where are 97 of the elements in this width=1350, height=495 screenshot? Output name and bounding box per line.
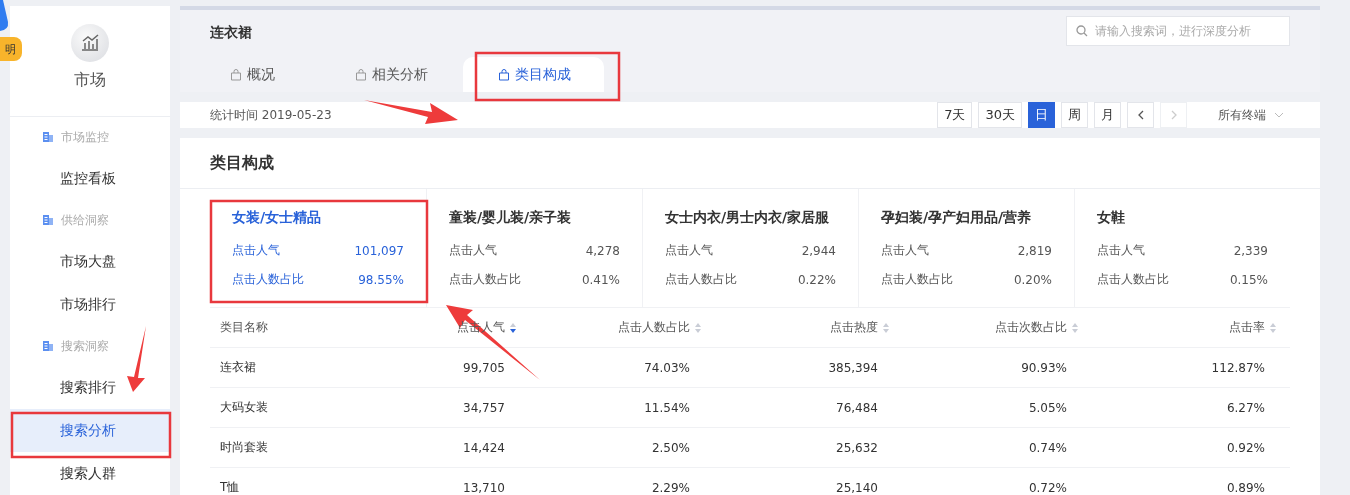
range-button[interactable]: 周 xyxy=(1061,102,1088,128)
range-button[interactable]: 日 xyxy=(1028,102,1055,128)
category-name: 女装/女士精品 xyxy=(232,209,323,227)
column-header: 点击率 xyxy=(1229,319,1265,336)
table-cell: 14,424 xyxy=(463,440,505,455)
category-name: 童装/婴儿装/亲子装 xyxy=(449,209,573,227)
table-cell: 11.54% xyxy=(644,400,690,415)
building-icon xyxy=(42,340,54,352)
metric-label: 点击人气 xyxy=(665,242,713,259)
metric-label: 点击人数占比 xyxy=(1097,271,1169,288)
search-icon xyxy=(1076,25,1088,37)
category-card[interactable]: 女装/女士精品 点击人气 101,097 点击人数占比 98.55% xyxy=(210,189,426,307)
bag-icon xyxy=(230,68,242,81)
sidebar-item[interactable]: 市场大盘 xyxy=(10,240,170,283)
table-cell: 2.29% xyxy=(651,480,690,495)
table-cell: 25,632 xyxy=(836,440,878,455)
table-cell: T恤 xyxy=(220,480,240,494)
range-button[interactable]: 月 xyxy=(1094,102,1121,128)
table-cell: 34,757 xyxy=(463,400,505,415)
sort-icon[interactable] xyxy=(509,321,517,334)
table-cell: 0.92% xyxy=(1226,440,1265,455)
metric-label: 点击人数占比 xyxy=(881,271,953,288)
bag-icon xyxy=(498,68,510,81)
range-button[interactable]: 30天 xyxy=(978,102,1022,128)
sidebar-item[interactable]: 搜索人群 xyxy=(10,452,170,495)
metric-value: 98.55% xyxy=(358,272,404,287)
column-header: 点击人数占比 xyxy=(618,319,690,336)
chevron-down-icon xyxy=(1274,112,1284,118)
help-badge[interactable]: 明 xyxy=(0,37,22,61)
metric-label: 点击人数占比 xyxy=(449,271,521,288)
building-icon xyxy=(42,131,54,143)
metric-value: 0.41% xyxy=(581,272,620,287)
column-header: 点击次数占比 xyxy=(995,319,1067,336)
metric-label: 点击人数占比 xyxy=(665,271,737,288)
metric-value: 0.15% xyxy=(1229,272,1268,287)
tab[interactable]: 相关分析 xyxy=(340,57,465,92)
sidebar-item[interactable]: 搜索分析 xyxy=(10,409,170,452)
table-cell: 76,484 xyxy=(836,400,878,415)
metric-value: 2,339 xyxy=(1233,243,1268,258)
sidebar-title: 市场 xyxy=(74,70,106,91)
table-cell: 385,394 xyxy=(828,360,878,375)
chart-icon xyxy=(71,24,109,62)
metric-value: 101,097 xyxy=(354,243,404,258)
previous-button[interactable] xyxy=(1127,102,1154,128)
metric-value: 2,944 xyxy=(801,243,836,258)
page-title: 连衣裙 xyxy=(210,24,252,42)
table-cell: 5.05% xyxy=(1028,400,1067,415)
category-card[interactable]: 女士内衣/男士内衣/家居服 点击人气 2,944 点击人数占比 0.22% xyxy=(642,189,858,307)
table-cell: 大码女装 xyxy=(220,400,268,414)
category-card[interactable]: 孕妇装/孕产妇用品/营养 点击人气 2,819 点击人数占比 0.20% xyxy=(858,189,1074,307)
metric-label: 点击人数占比 xyxy=(232,271,304,288)
table-cell: 0.74% xyxy=(1028,440,1067,455)
table-cell: 13,710 xyxy=(463,480,505,495)
category-name: 孕妇装/孕产妇用品/营养 xyxy=(881,209,1033,227)
column-header: 点击热度 xyxy=(830,319,878,336)
category-name: 女士内衣/男士内衣/家居服 xyxy=(665,209,831,227)
group-label: 搜索洞察 xyxy=(61,337,109,355)
table-cell: 0.89% xyxy=(1226,480,1265,495)
sidebar-item[interactable]: 市场排行 xyxy=(10,283,170,326)
chevron-left-icon xyxy=(1136,110,1145,120)
column-header: 类目名称 xyxy=(220,319,268,336)
metric-label: 点击人气 xyxy=(449,242,497,259)
figure-icon xyxy=(0,0,9,32)
table-cell: 112.87% xyxy=(1211,360,1265,375)
category-name: 女鞋 xyxy=(1097,209,1126,227)
group-label: 市场监控 xyxy=(61,128,109,146)
metric-label: 点击人气 xyxy=(1097,242,1145,259)
metric-value: 0.20% xyxy=(1013,272,1052,287)
stat-date: 统计时间 2019-05-23 xyxy=(210,106,332,124)
sidebar-item[interactable]: 搜索排行 xyxy=(10,366,170,409)
metric-value: 0.22% xyxy=(797,272,836,287)
tab[interactable]: 概况 xyxy=(215,57,340,92)
search-field[interactable]: 请输入搜索词，进行深度分析 xyxy=(1066,16,1290,46)
section-title: 类目构成 xyxy=(210,152,274,174)
table-cell: 99,705 xyxy=(463,360,505,375)
metric-value: 4,278 xyxy=(585,243,620,258)
table-cell: 74.03% xyxy=(644,360,690,375)
table-cell: 25,140 xyxy=(836,480,878,495)
sidebar-item[interactable]: 监控看板 xyxy=(10,157,170,200)
chevron-right-icon xyxy=(1169,110,1178,120)
bag-icon xyxy=(355,68,367,81)
tab[interactable]: 类目构成 xyxy=(463,57,604,92)
category-card[interactable]: 女鞋 点击人气 2,339 点击人数占比 0.15% xyxy=(1074,189,1290,307)
metric-label: 点击人气 xyxy=(881,242,929,259)
metric-value: 2,819 xyxy=(1017,243,1052,258)
annotation-arrow xyxy=(127,326,146,392)
terminal-dropdown[interactable]: 所有终端 xyxy=(1212,105,1290,125)
table-cell: 90.93% xyxy=(1021,360,1067,375)
table-cell: 时尚套装 xyxy=(220,440,268,454)
range-button[interactable]: 7天 xyxy=(937,102,973,128)
group-label: 供给洞察 xyxy=(61,211,109,229)
table-cell: 6.27% xyxy=(1226,400,1265,415)
metric-label: 点击人气 xyxy=(232,242,280,259)
table-cell: 连衣裙 xyxy=(220,360,256,374)
building-icon xyxy=(42,214,54,226)
table-cell: 0.72% xyxy=(1028,480,1067,495)
table-cell: 2.50% xyxy=(651,440,690,455)
